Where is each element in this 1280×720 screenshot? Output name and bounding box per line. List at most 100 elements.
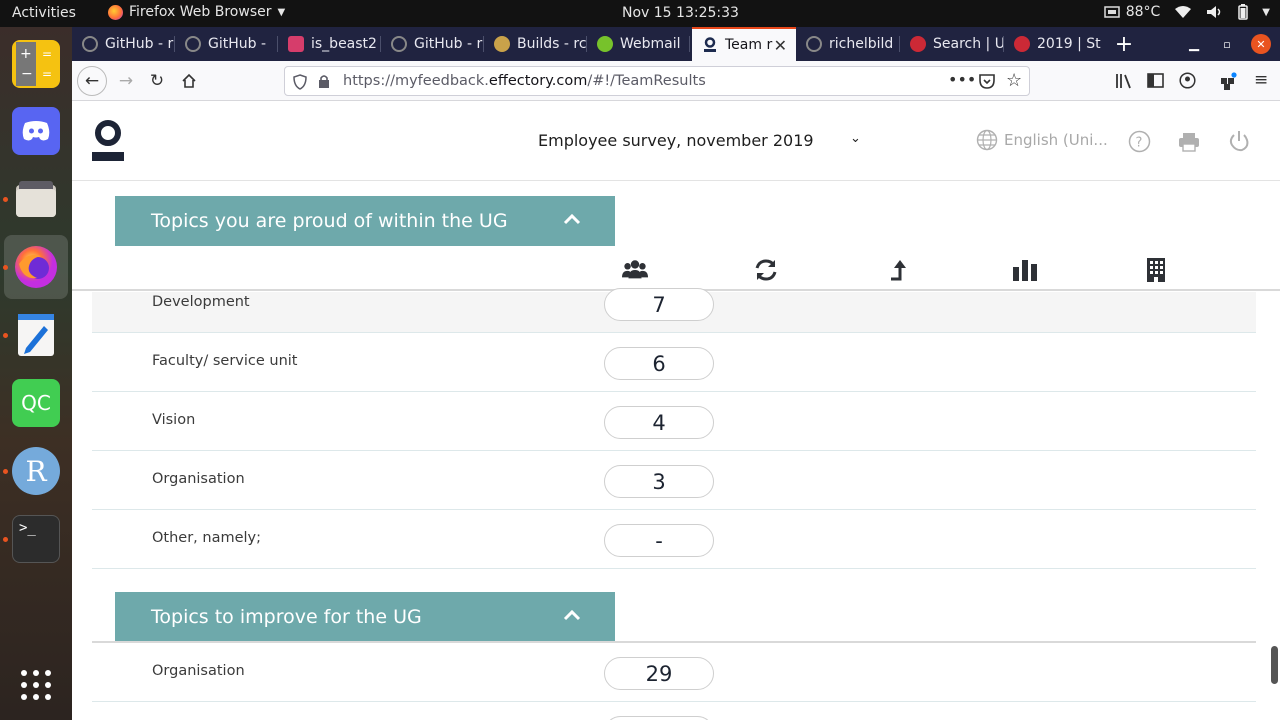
dock: + − = = QC R >_ bbox=[0, 27, 72, 720]
tab[interactable]: GitHub - r bbox=[72, 27, 175, 61]
github-icon bbox=[806, 36, 822, 52]
effectory-icon bbox=[702, 37, 718, 53]
minimize-button[interactable]: ▁ bbox=[1177, 27, 1211, 61]
running-indicator bbox=[3, 469, 8, 474]
text-editor-icon bbox=[18, 314, 54, 356]
close-window-button[interactable]: ✕ bbox=[1244, 27, 1278, 61]
clock[interactable]: Nov 15 13:25:33 bbox=[622, 5, 739, 21]
url-bar[interactable]: https://myfeedback.effectory.com/#!/Team… bbox=[284, 66, 1030, 96]
benchmark-bars-icon[interactable] bbox=[1012, 257, 1038, 283]
terminal-icon: >_ bbox=[19, 520, 36, 536]
effectory-logo[interactable] bbox=[92, 120, 124, 162]
library-icon[interactable] bbox=[1115, 73, 1133, 89]
dock-tomboy-notes[interactable]: + − = = bbox=[12, 40, 60, 88]
app-menu-label: Firefox Web Browser bbox=[129, 4, 272, 20]
chevron-up-icon[interactable] bbox=[563, 606, 581, 625]
section-header-proud[interactable]: Topics you are proud of within the UG bbox=[115, 196, 615, 246]
tab[interactable]: Webmail bbox=[587, 27, 690, 61]
tab[interactable]: GitHub - bbox=[175, 27, 278, 61]
chevron-up-icon[interactable] bbox=[563, 210, 581, 229]
app-menu[interactable]: Firefox Web Browser ▼ bbox=[108, 4, 285, 20]
arrow-right-icon: → bbox=[118, 71, 134, 91]
chevron-down-icon: ⌄ bbox=[850, 131, 861, 146]
survey-title: Employee survey, november 2019 bbox=[538, 131, 814, 150]
volume-icon bbox=[1207, 6, 1221, 18]
navigation-toolbar: ← → ↻ https://myfeedback.effectory.com/#… bbox=[72, 61, 1280, 101]
back-button[interactable]: ← bbox=[77, 66, 107, 96]
print-icon[interactable] bbox=[1178, 132, 1200, 152]
score-badge: 4 bbox=[604, 406, 714, 439]
dropdown-arrow-icon: ▼ bbox=[277, 6, 286, 18]
hamburger-menu-icon[interactable]: ≡ bbox=[1254, 70, 1268, 90]
cpu-sensor-icon bbox=[1103, 6, 1120, 18]
dock-files[interactable] bbox=[12, 175, 60, 223]
section-header-improve[interactable]: Topics to improve for the UG bbox=[115, 592, 615, 642]
status-area[interactable]: 88°C ▼ bbox=[1103, 4, 1270, 20]
language-selector[interactable]: English (Uni... bbox=[976, 129, 1108, 151]
score-badge: - bbox=[604, 524, 714, 557]
dock-text-editor[interactable] bbox=[12, 311, 60, 359]
home-button[interactable] bbox=[175, 67, 203, 95]
tab[interactable]: 2019 | St bbox=[1004, 27, 1104, 61]
tab-label: Team r bbox=[725, 37, 773, 53]
refresh-compare-icon[interactable] bbox=[753, 257, 779, 283]
list-item: Organisation 3 bbox=[92, 451, 1256, 510]
list-item: Vision 4 bbox=[92, 392, 1256, 451]
dock-terminal[interactable]: >_ bbox=[12, 515, 60, 563]
maximize-button[interactable]: ▫ bbox=[1210, 27, 1244, 61]
tab-label: Builds - rc bbox=[517, 36, 587, 52]
appveyor-icon bbox=[494, 36, 510, 52]
survey-selector[interactable]: Employee survey, november 2019 ⌄ bbox=[538, 131, 861, 150]
lock-icon bbox=[319, 75, 329, 88]
list-item-partial bbox=[92, 702, 1256, 720]
show-applications-button[interactable] bbox=[12, 661, 60, 709]
running-indicator bbox=[3, 197, 8, 202]
dock-rstudio[interactable]: R bbox=[12, 447, 60, 495]
dock-qtcreator[interactable]: QC bbox=[12, 379, 60, 427]
tab[interactable]: Search | U bbox=[900, 27, 1004, 61]
team-icon[interactable] bbox=[622, 257, 648, 283]
system-menu-arrow-icon: ▼ bbox=[1262, 6, 1270, 18]
building-icon[interactable] bbox=[1143, 257, 1169, 283]
webmail-icon bbox=[597, 36, 613, 52]
topic-label: Vision bbox=[152, 412, 196, 428]
dock-firefox[interactable] bbox=[12, 243, 60, 291]
page-actions-icon[interactable]: ••• bbox=[948, 70, 976, 89]
close-tab-icon[interactable]: ✕ bbox=[774, 36, 787, 55]
score-badge bbox=[604, 716, 714, 720]
topic-label: Other, namely; bbox=[152, 530, 262, 546]
reload-button[interactable]: ↻ bbox=[143, 67, 171, 95]
level-up-icon[interactable] bbox=[886, 257, 912, 283]
home-icon bbox=[182, 73, 196, 88]
account-icon[interactable] bbox=[1179, 72, 1196, 89]
dock-discord[interactable] bbox=[12, 107, 60, 155]
forward-button[interactable]: → bbox=[112, 67, 140, 95]
qtcreator-icon: QC bbox=[21, 391, 51, 415]
tab-active[interactable]: Team r ✕ bbox=[692, 27, 796, 61]
tab-label: 2019 | St bbox=[1037, 36, 1101, 52]
travis-icon bbox=[288, 36, 304, 52]
tracking-shield-icon bbox=[293, 74, 307, 90]
tab[interactable]: is_beast2 bbox=[278, 27, 381, 61]
github-icon bbox=[391, 36, 407, 52]
language-label: English (Uni... bbox=[1004, 131, 1108, 149]
extensions-icon[interactable] bbox=[1220, 72, 1238, 90]
topic-label: Organisation bbox=[152, 471, 245, 487]
sidebar-icon[interactable] bbox=[1147, 73, 1164, 88]
list-item: Other, namely; - bbox=[92, 510, 1256, 569]
help-icon[interactable]: ? bbox=[1128, 130, 1151, 153]
system-top-bar: Activities Firefox Web Browser ▼ Nov 15 … bbox=[0, 0, 1280, 27]
folder-icon bbox=[16, 181, 56, 217]
activities-button[interactable]: Activities bbox=[12, 5, 76, 21]
bookmark-star-icon[interactable]: ☆ bbox=[1006, 70, 1022, 91]
running-indicator bbox=[3, 333, 8, 338]
scrollbar-thumb[interactable] bbox=[1271, 646, 1278, 684]
svg-text:=: = bbox=[42, 47, 52, 61]
tab[interactable]: Builds - rc bbox=[484, 27, 587, 61]
tab-strip: GitHub - r GitHub - is_beast2 GitHub - r… bbox=[72, 27, 1280, 61]
tab[interactable]: GitHub - r bbox=[381, 27, 484, 61]
pocket-icon[interactable] bbox=[979, 74, 995, 89]
power-icon[interactable] bbox=[1228, 130, 1250, 152]
new-tab-button[interactable]: + bbox=[1107, 27, 1141, 61]
tab[interactable]: richelbild bbox=[796, 27, 900, 61]
